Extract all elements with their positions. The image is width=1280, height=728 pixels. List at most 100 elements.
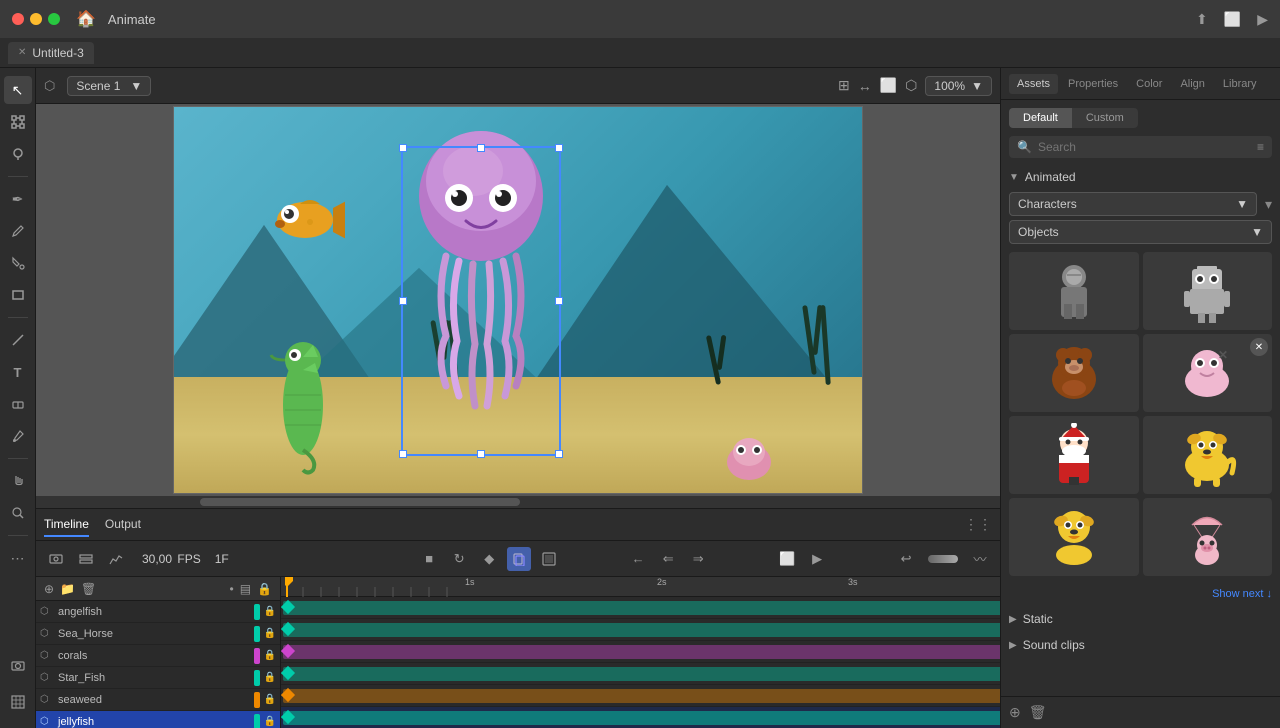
prev-frame-btn[interactable]: ← [626, 547, 650, 571]
show-next-btn[interactable]: Show next ↓ [1009, 584, 1272, 604]
filter-assets-icon[interactable]: ▾ [1265, 196, 1272, 213]
lasso-tool[interactable] [4, 140, 32, 168]
layer-row-corals[interactable]: ⬡ corals 🔒 [36, 645, 280, 667]
tab-properties[interactable]: Properties [1060, 74, 1126, 94]
next-btn[interactable]: ⇒ [686, 547, 710, 571]
asset-item-yellow-dog[interactable] [1143, 416, 1273, 494]
layer-row-starfish[interactable]: ⬡ Star_Fish 🔒 [36, 667, 280, 689]
asset-item-knight[interactable] [1009, 252, 1139, 330]
sound-section-header[interactable]: ▶ Sound clips [1009, 634, 1272, 656]
camera-tool[interactable] [44, 547, 68, 571]
share-icon[interactable]: ⬆ [1196, 11, 1208, 28]
layer-row-angelfish[interactable]: ⬡ angelfish 🔒 [36, 601, 280, 623]
add-layer-icon[interactable]: ⊕ [44, 582, 54, 596]
search-input[interactable] [1038, 140, 1251, 154]
frame-track-seaweed[interactable] [281, 685, 1000, 707]
minimize-button[interactable] [30, 13, 42, 25]
graph-tool[interactable] [104, 547, 128, 571]
undo-btn[interactable]: ↩ [894, 547, 918, 571]
waveform-btn[interactable]: 〰 [968, 547, 992, 571]
loop-btn[interactable]: ↻ [447, 547, 471, 571]
layer-row-jellyfish[interactable]: ⬡ jellyfish 🔒 [36, 711, 280, 728]
static-section-header[interactable]: ▶ Static [1009, 608, 1272, 630]
asset-item-santa[interactable] [1009, 416, 1139, 494]
layer-lock-icon[interactable]: 🔒 [264, 628, 276, 639]
asset-item-sitting-dog[interactable] [1009, 498, 1139, 576]
timeline-frames[interactable]: 1s 2s 3s 4 // tick marks drawn via CSS [281, 577, 1000, 728]
tab-color[interactable]: Color [1128, 74, 1170, 94]
play-icon[interactable]: ▶ [1257, 11, 1268, 28]
characters-dropdown[interactable]: Characters ▼ [1009, 192, 1257, 216]
frame-track-corals[interactable] [281, 641, 1000, 663]
timeline-options-icon[interactable]: ⋮⋮ [964, 516, 992, 533]
canvas-horizontal-scrollbar[interactable] [36, 496, 1000, 508]
close-button[interactable] [12, 13, 24, 25]
tab-assets[interactable]: Assets [1009, 74, 1058, 94]
lock-all-icon[interactable]: 🔒 [257, 582, 272, 596]
grid-toggle-icon[interactable]: ⊞ [838, 77, 850, 94]
eyedropper-tool[interactable] [4, 422, 32, 450]
layer-lock-icon[interactable]: 🔒 [264, 650, 276, 661]
add-layer-tool[interactable] [74, 547, 98, 571]
frame-track-angelfish[interactable] [281, 597, 1000, 619]
layer-row-seaweed[interactable]: ⬡ seaweed 🔒 [36, 689, 280, 711]
pencil-tool[interactable] [4, 217, 32, 245]
grid-icon[interactable] [4, 688, 32, 716]
asset-item-robot[interactable] [1143, 252, 1273, 330]
layer-lock-icon[interactable]: 🔒 [264, 694, 276, 705]
stop-btn[interactable]: ■ [417, 547, 441, 571]
hand-tool[interactable] [4, 467, 32, 495]
text-tool[interactable]: T [4, 358, 32, 386]
custom-btn[interactable]: Custom [1072, 108, 1138, 128]
filter-icon[interactable]: ≡ [1257, 140, 1264, 154]
layer-lock-icon[interactable]: 🔒 [264, 672, 276, 683]
objects-dropdown[interactable]: Objects ▼ [1009, 220, 1272, 244]
asset-item-pig-parachute[interactable] [1143, 498, 1273, 576]
window-icon[interactable]: ⬜ [1224, 11, 1241, 28]
zoom-selector[interactable]: 100% ▼ [925, 76, 992, 96]
rectangle-tool[interactable] [4, 281, 32, 309]
folder-icon[interactable]: 📁 [60, 582, 75, 596]
snap-icon[interactable]: ↔ [858, 78, 872, 94]
clip-btn[interactable] [537, 547, 561, 571]
layer-lock-icon[interactable]: 🔒 [264, 716, 276, 727]
tab-align[interactable]: Align [1172, 74, 1212, 94]
keyframe-btn[interactable]: ◆ [477, 547, 501, 571]
tab-timeline[interactable]: Timeline [44, 513, 89, 537]
scene-selector[interactable]: Scene 1 ▼ [67, 76, 151, 96]
onion-skin-btn[interactable] [507, 547, 531, 571]
delete-layer-icon[interactable]: 🗑 [81, 582, 96, 596]
tab-output[interactable]: Output [105, 513, 141, 537]
default-btn[interactable]: Default [1009, 108, 1072, 128]
paint-fill-tool[interactable] [4, 249, 32, 277]
stage-icon[interactable]: ⬡ [905, 77, 917, 94]
eraser-tool[interactable] [4, 390, 32, 418]
layers-icon[interactable]: ▤ [240, 582, 251, 596]
canvas-scroll-thumb[interactable] [200, 498, 520, 506]
tab-library[interactable]: Library [1215, 74, 1265, 94]
prev-btn[interactable]: ⇐ [656, 547, 680, 571]
bottom-delete-icon[interactable]: 🗑 [1029, 704, 1047, 721]
asset-item-pink-creature[interactable]: ✕ ✕ [1143, 334, 1273, 412]
asset-item-bear[interactable] [1009, 334, 1139, 412]
layer-lock-icon[interactable]: 🔒 [264, 606, 276, 617]
frame-track-seahorse[interactable] [281, 619, 1000, 641]
canvas[interactable] [173, 106, 863, 494]
clip-icon[interactable]: ⬜ [880, 77, 897, 94]
document-tab[interactable]: ✕ Untitled-3 [8, 42, 94, 64]
frame-track-starfish[interactable] [281, 663, 1000, 685]
animated-section-header[interactable]: ▼ Animated [1009, 166, 1272, 188]
frame-track-jellyfish[interactable] [281, 707, 1000, 728]
transform-tool[interactable] [4, 108, 32, 136]
more-tools-btn[interactable]: ⋯ [4, 544, 32, 572]
play-btn[interactable]: ▶ [805, 547, 829, 571]
fullscreen-button[interactable] [48, 13, 60, 25]
export-btn[interactable]: ⬜ [775, 547, 799, 571]
zoom-tool[interactable] [4, 499, 32, 527]
selection-tool[interactable]: ↖ [4, 76, 32, 104]
bottom-add-icon[interactable]: ⊕ [1009, 704, 1021, 721]
camera-icon[interactable] [4, 652, 32, 680]
layer-row-seahorse[interactable]: ⬡ Sea_Horse 🔒 [36, 623, 280, 645]
timeline-scrubber[interactable] [928, 555, 958, 563]
tab-close-icon[interactable]: ✕ [18, 47, 26, 58]
